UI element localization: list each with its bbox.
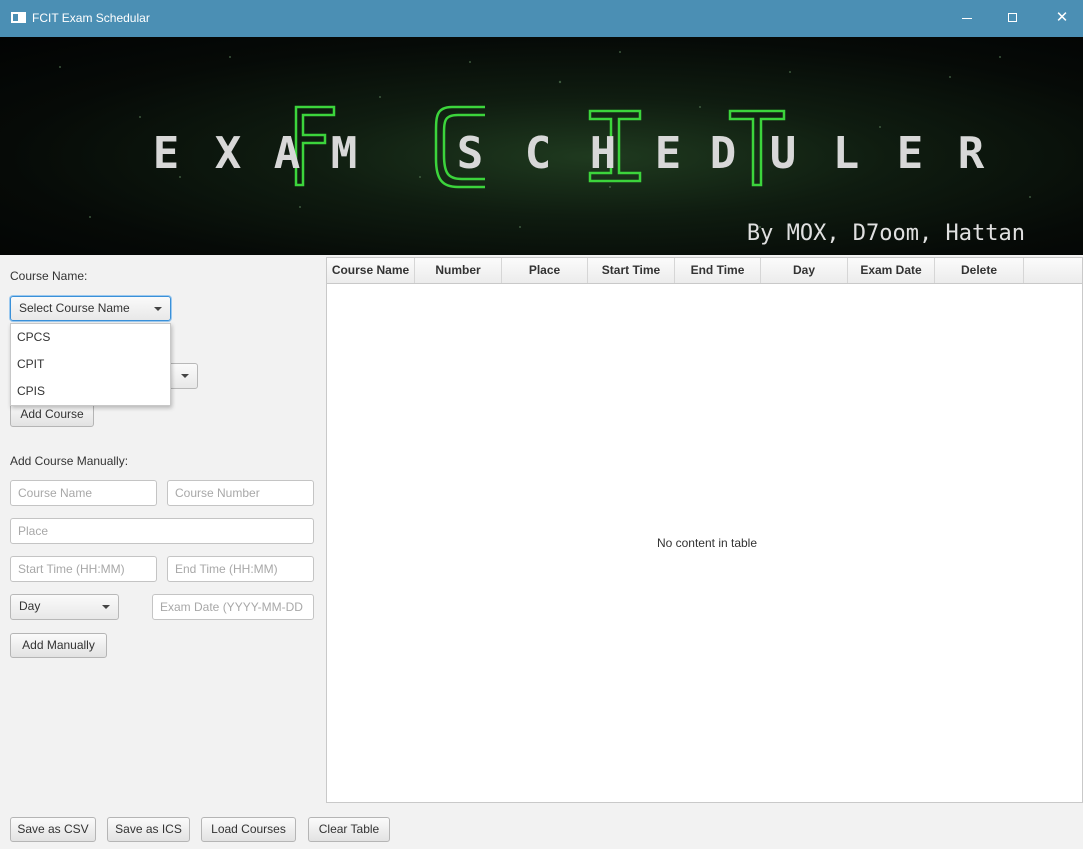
banner-letter: U <box>770 128 797 179</box>
dropdown-option-cpis[interactable]: CPIS <box>11 378 170 405</box>
course-name-combo-value: Select Course Name <box>19 301 130 315</box>
banner-letter: E <box>897 128 924 179</box>
course-number-field[interactable]: Course Number <box>167 480 314 506</box>
banner-letter: D <box>710 128 737 179</box>
column-header-exam-date[interactable]: Exam Date <box>848 258 935 283</box>
banner-letter: X <box>215 128 242 179</box>
banner-letter: E <box>655 128 682 179</box>
place-field[interactable]: Place <box>10 518 314 544</box>
banner-letter: A <box>274 128 301 179</box>
load-courses-button[interactable]: Load Courses <box>201 817 296 842</box>
banner-accent-f <box>294 105 336 187</box>
column-header-day[interactable]: Day <box>761 258 848 283</box>
window-title: FCIT Exam Schedular <box>32 11 150 25</box>
app-icon <box>11 12 26 23</box>
title-bar: FCIT Exam Schedular ✕ <box>0 0 1083 37</box>
add-manually-button[interactable]: Add Manually <box>10 633 107 658</box>
table-empty-message: No content in table <box>656 536 758 550</box>
dropdown-option-cpcs[interactable]: CPCS <box>11 324 170 351</box>
add-manually-label: Add Course Manually: <box>10 454 129 468</box>
course-name-combo[interactable]: Select Course Name <box>10 296 171 321</box>
column-header-place[interactable]: Place <box>502 258 588 283</box>
banner-credits: By MOX, D7oom, Hattan <box>747 221 1025 246</box>
day-combo-value: Day <box>19 599 41 613</box>
banner-letter: L <box>833 128 860 179</box>
column-header-start-time[interactable]: Start Time <box>588 258 675 283</box>
course-name-label: Course Name: <box>10 269 88 283</box>
banner-letter: M <box>331 128 358 179</box>
minimize-icon[interactable] <box>957 8 977 28</box>
start-time-field[interactable]: Start Time (HH:MM) <box>10 556 157 582</box>
chevron-down-icon <box>181 374 189 378</box>
banner-letter: E <box>153 128 180 179</box>
banner-letter: C <box>525 128 552 179</box>
column-header-end-time[interactable]: End Time <box>675 258 761 283</box>
column-header-course-name[interactable]: Course Name <box>327 258 415 283</box>
banner-letter: H <box>590 128 617 179</box>
dropdown-option-cpit[interactable]: CPIT <box>11 351 170 378</box>
clear-table-button[interactable]: Clear Table <box>308 817 390 842</box>
maximize-icon[interactable] <box>1003 8 1023 28</box>
course-name-dropdown: CPCS CPIT CPIS <box>10 323 171 406</box>
day-combo[interactable]: Day <box>10 594 119 620</box>
close-icon[interactable]: ✕ <box>1052 8 1072 28</box>
courses-table[interactable]: Course Name Number Place Start Time End … <box>326 257 1083 803</box>
banner-image: E X A M S C H E D U L E R By MOX, D7oom,… <box>0 37 1083 255</box>
column-header-number[interactable]: Number <box>415 258 502 283</box>
save-csv-button[interactable]: Save as CSV <box>10 817 96 842</box>
column-header-delete[interactable]: Delete <box>935 258 1024 283</box>
banner-letter: S <box>457 128 484 179</box>
course-name-field[interactable]: Course Name <box>10 480 157 506</box>
exam-date-field[interactable]: Exam Date (YYYY-MM-DD <box>152 594 314 620</box>
chevron-down-icon <box>154 307 162 311</box>
table-header: Course Name Number Place Start Time End … <box>327 258 1082 284</box>
banner-letter: R <box>958 128 985 179</box>
save-ics-button[interactable]: Save as ICS <box>107 817 190 842</box>
end-time-field[interactable]: End Time (HH:MM) <box>167 556 314 582</box>
chevron-down-icon <box>102 605 110 609</box>
